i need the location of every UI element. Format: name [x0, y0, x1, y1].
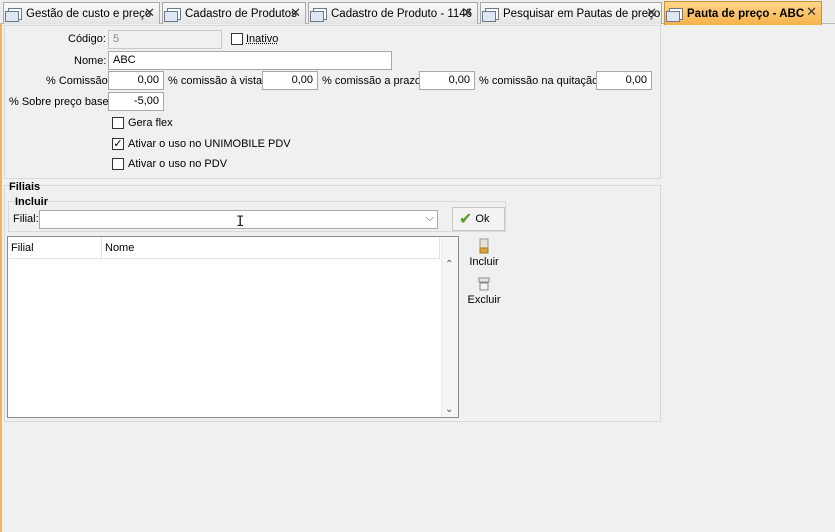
comissao-prazo-label: % comissão a prazo:	[322, 75, 425, 87]
tab-label: Cadastro de Produto - 1146	[331, 7, 473, 20]
nome-field[interactable]: ABC	[108, 51, 392, 70]
window-icon	[482, 7, 499, 22]
comissao-prazo-field[interactable]: 0,00	[419, 71, 475, 90]
accent-border	[0, 24, 2, 532]
checkmark-icon: ✓	[113, 138, 123, 150]
codigo-label: Código:	[68, 33, 106, 45]
tab-bar: Gestão de custo e preço ✕ Cadastro de Pr…	[0, 0, 835, 25]
tab-label: Pesquisar em Pautas de preço	[503, 7, 661, 20]
excluir-button-label: Excluir	[467, 294, 501, 306]
comissao-field[interactable]: 0,00	[108, 71, 164, 90]
pdv-label[interactable]: Ativar o uso no PDV	[128, 158, 227, 170]
ok-button[interactable]: ✔ Ok	[452, 207, 505, 231]
nome-label: Nome:	[74, 55, 107, 67]
close-icon[interactable]: ✕	[290, 6, 301, 20]
excluir-button[interactable]: Excluir	[462, 276, 506, 306]
check-icon: ✔	[459, 211, 473, 228]
comissao-quitacao-field[interactable]: 0,00	[596, 71, 652, 90]
filial-label: Filial:	[13, 213, 39, 225]
window-icon	[5, 7, 22, 22]
codigo-field: 5	[108, 30, 222, 49]
vertical-scrollbar[interactable]: ⌃ ⌄	[441, 237, 458, 417]
close-icon[interactable]: ✕	[462, 6, 473, 20]
column-header-nome[interactable]: Nome	[102, 237, 440, 259]
inativo-checkbox[interactable]	[231, 33, 243, 45]
tab-label: Pauta de preço - ABC	[687, 7, 805, 20]
tab-cadastro-produtos[interactable]: Cadastro de Produtos ✕	[162, 2, 306, 24]
comissao-label: % Comissão:	[46, 75, 111, 87]
column-header-filial[interactable]: Filial	[8, 237, 102, 259]
close-icon[interactable]: ✕	[144, 6, 155, 20]
close-icon[interactable]: ✕	[806, 5, 817, 19]
ok-button-label: Ok	[475, 213, 490, 225]
scroll-up-icon[interactable]: ⌃	[445, 259, 453, 270]
tab-pauta-preco-abc[interactable]: Pauta de preço - ABC ✕	[664, 1, 822, 25]
sobre-preco-field[interactable]: -5,00	[108, 92, 164, 111]
comissao-vista-field[interactable]: 0,00	[262, 71, 318, 90]
incluir-title: Incluir	[15, 196, 49, 208]
tab-label: Gestão de custo e preço	[26, 7, 152, 20]
tab-pesquisar-pautas[interactable]: Pesquisar em Pautas de preço ✕	[480, 2, 662, 24]
filiais-grid[interactable]: Filial Nome ⌃ ⌄	[7, 236, 459, 418]
inativo-label[interactable]: Inativo	[246, 33, 278, 45]
unimobile-label[interactable]: Ativar o uso no UNIMOBILE PDV	[128, 138, 291, 150]
close-icon[interactable]: ✕	[646, 6, 657, 20]
window-icon	[666, 7, 683, 22]
filiais-title: Filiais	[9, 181, 41, 193]
tab-label: Cadastro de Produtos	[185, 7, 297, 20]
chevron-down-icon[interactable]: ⌵	[426, 212, 434, 225]
sobre-preco-label: % Sobre preço base:	[9, 96, 112, 108]
tab-cadastro-produto-1146[interactable]: Cadastro de Produto - 1146 ✕	[308, 2, 478, 24]
add-document-icon	[479, 238, 489, 254]
incluir-button-label: Incluir	[469, 256, 499, 268]
incluir-button[interactable]: Incluir	[462, 238, 506, 268]
comissao-vista-label: % comissão à vista:	[168, 75, 266, 87]
scroll-down-icon[interactable]: ⌄	[445, 404, 453, 415]
delete-icon	[478, 277, 490, 291]
gera-flex-checkbox[interactable]	[112, 117, 124, 129]
tab-gestao-custo-preco[interactable]: Gestão de custo e preço ✕	[3, 2, 160, 24]
grid-header: Filial Nome	[8, 237, 440, 259]
text-cursor-icon: I	[236, 214, 245, 230]
pdv-checkbox[interactable]	[112, 158, 124, 170]
gera-flex-label[interactable]: Gera flex	[128, 117, 173, 129]
unimobile-checkbox[interactable]: ✓	[112, 138, 124, 150]
window-icon	[164, 7, 181, 22]
comissao-quitacao-label: % comissão na quitação:	[479, 75, 602, 87]
window-icon	[310, 7, 327, 22]
